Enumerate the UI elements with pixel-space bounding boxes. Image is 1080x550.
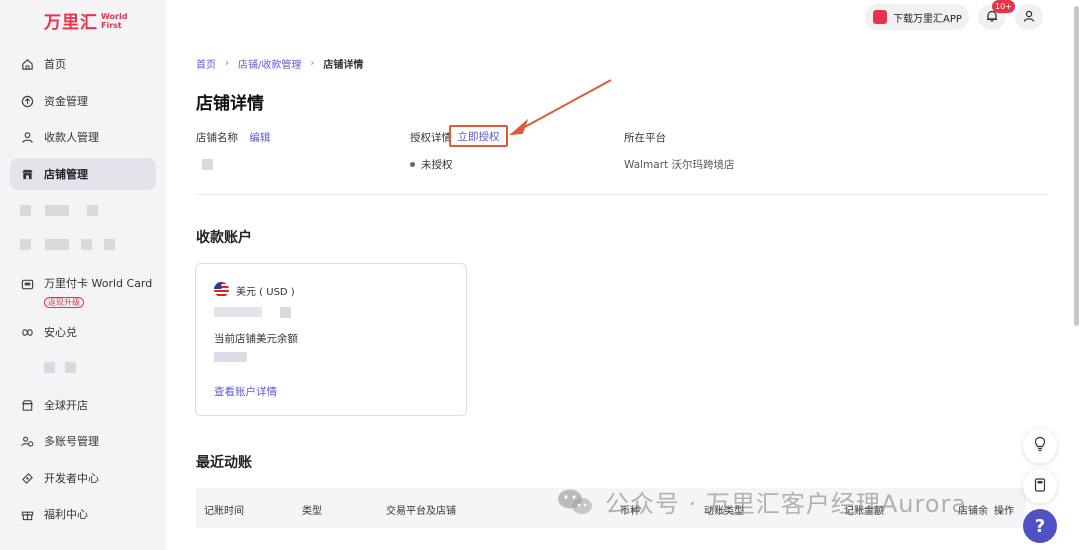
column-header: 动账类型 xyxy=(704,506,744,517)
lightbulb-icon xyxy=(1033,436,1047,456)
chevron-right-icon: › xyxy=(310,58,315,69)
page-title: 店铺详情 xyxy=(196,94,264,114)
store-icon xyxy=(20,167,34,181)
balance-label: 当前店铺美元余额 xyxy=(214,333,298,345)
notification-badge: 10+ xyxy=(992,0,1015,13)
transactions-table-header: 记账时间 类型 交易平台及店铺 币种 动账类型 记账金额 店铺余 操作 xyxy=(196,488,1026,528)
accounts-section-title: 收款账户 xyxy=(196,230,252,246)
sidebar-item-label: 资金管理 xyxy=(44,95,88,108)
edit-link[interactable]: 编辑 xyxy=(249,132,270,144)
recent-section-title: 最近动账 xyxy=(196,455,252,471)
status-dot-icon xyxy=(410,162,415,167)
multi-account-icon xyxy=(20,434,34,448)
global-store-icon xyxy=(20,398,34,412)
card-icon xyxy=(20,277,34,291)
divider xyxy=(196,194,1048,195)
sidebar-item-multi-account[interactable]: 多账号管理 xyxy=(10,425,156,457)
chevron-right-icon: › xyxy=(225,58,229,69)
promo-badge: 返现升级 xyxy=(44,297,84,308)
calculator-icon xyxy=(1034,477,1046,496)
redacted-subitem[interactable] xyxy=(44,362,76,373)
world-card-text: 万里付卡 World Card 返现升级 xyxy=(44,277,152,309)
download-app-label: 下载万里汇APP xyxy=(893,13,962,25)
download-app-button[interactable]: 下载万里汇APP xyxy=(865,4,969,30)
column-header: 店铺余 xyxy=(958,506,988,517)
redacted-account-number xyxy=(214,307,262,317)
sidebar-item-funds[interactable]: 资金管理 xyxy=(10,85,156,117)
sidebar-item-label: 首页 xyxy=(44,58,66,71)
sidebar-item-label: 安心兑 xyxy=(44,326,77,339)
currency-label: 美元 ( USD ) xyxy=(236,287,295,298)
redacted-value xyxy=(280,307,291,318)
sidebar-item-home[interactable]: 首页 xyxy=(10,48,156,80)
sidebar-item-label: 开发者中心 xyxy=(44,472,99,485)
sidebar-item-global-store[interactable]: 全球开店 xyxy=(10,389,156,421)
us-flag-icon xyxy=(214,282,229,297)
authorize-now-label: 立即授权 xyxy=(457,130,500,143)
platform-label: 所在平台 xyxy=(624,132,666,144)
gift-icon xyxy=(20,507,34,521)
breadcrumb-home[interactable]: 首页 xyxy=(196,56,216,71)
store-name-label: 店铺名称 编辑 xyxy=(196,132,271,144)
account-details-link[interactable]: 查看账户详情 xyxy=(214,384,277,399)
sidebar-item-world-card[interactable]: 万里付卡 World Card 返现升级 xyxy=(10,272,156,308)
sidebar-item-label: 多账号管理 xyxy=(44,435,99,448)
sidebar-item-label: 全球开店 xyxy=(44,399,88,412)
sidebar-item-payee[interactable]: 收款人管理 xyxy=(10,121,156,153)
auth-status: 未授权 xyxy=(410,157,453,172)
question-mark-icon: ? xyxy=(1034,515,1046,537)
scroll-thumb[interactable] xyxy=(1074,6,1079,326)
redacted-subitem[interactable] xyxy=(20,239,115,250)
column-header: 记账金额 xyxy=(844,506,884,517)
sidebar-item-label: 万里付卡 World Card xyxy=(44,277,153,290)
user-menu-button[interactable] xyxy=(1015,4,1043,30)
brand-logo[interactable]: 万里汇 World First xyxy=(44,8,128,34)
sidebar-item-label: 福利中心 xyxy=(44,508,88,521)
developer-icon xyxy=(20,471,34,485)
calculator-button[interactable] xyxy=(1023,469,1057,503)
column-header: 类型 xyxy=(302,506,322,517)
column-header: 记账时间 xyxy=(204,506,244,517)
tips-button[interactable] xyxy=(1023,429,1057,463)
column-header: 操作 xyxy=(994,506,1014,517)
scrollbar[interactable] xyxy=(1072,0,1080,326)
account-card: 美元 ( USD ) 当前店铺美元余额 查看账户详情 xyxy=(195,263,467,416)
logo-en-text: World First xyxy=(101,11,128,30)
breadcrumb-current: 店铺详情 xyxy=(323,60,364,71)
auth-status-text: 未授权 xyxy=(421,159,453,171)
funds-icon xyxy=(20,94,34,108)
breadcrumb-section[interactable]: 店铺/收款管理 xyxy=(238,56,301,71)
auth-label: 授权详情 xyxy=(410,132,452,144)
breadcrumb: 首页 › 店铺/收款管理 › 店铺详情 xyxy=(196,56,363,71)
platform-value: Walmart 沃尔玛跨境店 xyxy=(624,159,735,171)
payee-icon xyxy=(20,130,34,144)
sidebar-item-label: 店铺管理 xyxy=(44,168,88,181)
app-logo-icon xyxy=(873,10,887,24)
sidebar: 万里汇 World First 首页 资金管理 收款人管理 店铺管理 万里付卡 … xyxy=(0,0,166,550)
sidebar-item-gift[interactable]: 福利中心 xyxy=(10,498,156,530)
sidebar-item-store[interactable]: 店铺管理 xyxy=(10,158,156,190)
app-root: 万里汇 World First 首页 资金管理 收款人管理 店铺管理 万里付卡 … xyxy=(0,0,1080,550)
sidebar-item-exchange[interactable]: 安心兑 xyxy=(10,316,156,348)
sidebar-item-developer[interactable]: 开发者中心 xyxy=(10,462,156,494)
column-header: 币种 xyxy=(620,506,640,517)
authorize-now-link[interactable]: 立即授权 xyxy=(449,125,508,147)
logo-text: 万里汇 xyxy=(44,13,98,33)
home-icon xyxy=(20,57,34,71)
sidebar-item-label: 收款人管理 xyxy=(44,131,99,144)
column-header: 交易平台及店铺 xyxy=(386,506,456,517)
help-button[interactable]: ? xyxy=(1023,509,1057,543)
user-icon xyxy=(1022,8,1036,27)
exchange-icon xyxy=(20,325,34,339)
redacted-subitem[interactable] xyxy=(20,205,98,216)
store-name-value xyxy=(202,159,213,170)
redacted-balance xyxy=(214,352,247,362)
